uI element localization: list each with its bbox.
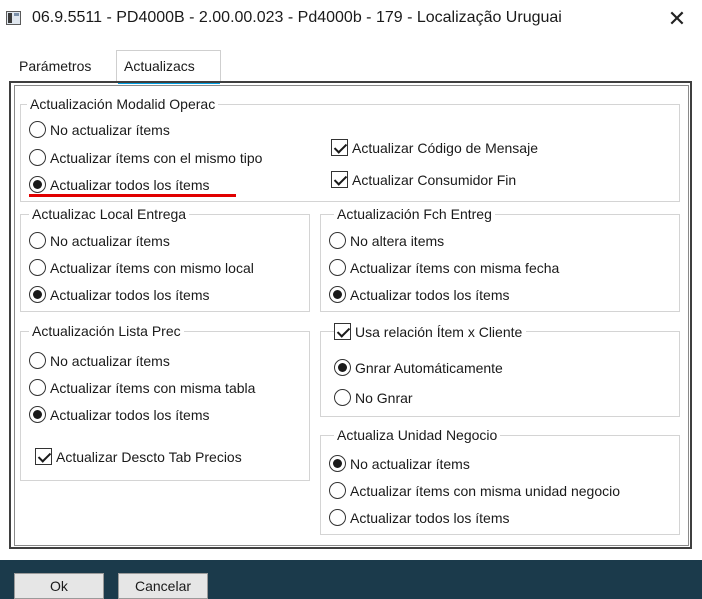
window-title: 06.9.5511 - PD4000B - 2.00.00.023 - Pd40… xyxy=(32,9,562,26)
radio-fecha-todos[interactable]: Actualizar todos los ítems xyxy=(329,286,510,303)
radio-local-no-actualizar[interactable]: No actualizar ítems xyxy=(29,232,170,249)
highlight-underline-mark xyxy=(29,194,236,197)
title-bar: 06.9.5511 - PD4000B - 2.00.00.023 - Pd40… xyxy=(0,0,702,38)
radio-label: Actualizar ítems con misma tabla xyxy=(50,379,256,396)
radio-unidad-misma-unidad[interactable]: Actualizar ítems con misma unidad negoci… xyxy=(329,482,620,499)
checkbox-checked-icon xyxy=(334,323,351,340)
radio-label: No altera items xyxy=(350,232,445,249)
radio-label: Actualizar todos los ítems xyxy=(50,176,210,193)
radio-modalid-mismo-tipo[interactable]: Actualizar ítems con el mismo tipo xyxy=(29,149,262,166)
cancel-button[interactable]: Cancelar xyxy=(118,573,208,599)
radio-icon xyxy=(329,232,346,249)
checkbox-label: Actualizar Descto Tab Precios xyxy=(56,448,242,465)
radio-selected-icon xyxy=(329,286,346,303)
radio-selected-icon xyxy=(329,455,346,472)
radio-label: No Gnrar xyxy=(355,389,413,406)
radio-icon xyxy=(334,389,351,406)
radio-label: Gnrar Automáticamente xyxy=(355,359,503,376)
radio-unidad-no-actualizar[interactable]: No actualizar ítems xyxy=(329,455,470,472)
checkbox-label: Actualizar Código de Mensaje xyxy=(352,139,538,156)
radio-label: Actualizar ítems con mismo local xyxy=(50,259,254,276)
radio-label: No actualizar ítems xyxy=(50,232,170,249)
radio-icon xyxy=(329,259,346,276)
radio-lista-todos[interactable]: Actualizar todos los ítems xyxy=(29,406,210,423)
radio-label: Actualizar todos los ítems xyxy=(50,406,210,423)
radio-lista-no-actualizar[interactable]: No actualizar ítems xyxy=(29,352,170,369)
checkbox-label: Actualizar Consumidor Fin xyxy=(352,171,517,188)
group-title-unidad-negocio: Actualiza Unidad Negocio xyxy=(334,427,501,443)
radio-label: No actualizar ítems xyxy=(50,121,170,138)
close-button[interactable]: ✕ xyxy=(655,2,699,36)
radio-label: Actualizar todos los ítems xyxy=(350,286,510,303)
radio-label: No actualizar ítems xyxy=(350,455,470,472)
radio-selected-icon xyxy=(29,176,46,193)
radio-selected-icon xyxy=(29,406,46,423)
radio-unidad-todos[interactable]: Actualizar todos los ítems xyxy=(329,509,510,526)
group-title-local-entrega: Actualizac Local Entrega xyxy=(29,206,190,222)
radio-modalid-todos[interactable]: Actualizar todos los ítems xyxy=(29,176,210,193)
footer-bar xyxy=(0,560,702,599)
radio-selected-icon xyxy=(334,359,351,376)
check-actualizar-codigo-mensaje[interactable]: Actualizar Código de Mensaje xyxy=(331,139,538,156)
radio-lista-misma-tabla[interactable]: Actualizar ítems con misma tabla xyxy=(29,379,255,396)
radio-icon xyxy=(29,259,46,276)
radio-icon xyxy=(29,352,46,369)
radio-icon xyxy=(29,232,46,249)
checkbox-label: Usa relación Ítem x Cliente xyxy=(355,323,523,340)
radio-icon xyxy=(29,149,46,166)
radio-label: Actualizar todos los ítems xyxy=(350,509,510,526)
group-title-lista-prec: Actualización Lista Prec xyxy=(29,323,184,339)
group-title-fch-entreg: Actualización Fch Entreg xyxy=(334,206,495,222)
radio-local-todos[interactable]: Actualizar todos los ítems xyxy=(29,286,210,303)
radio-label: Actualizar ítems con misma fecha xyxy=(350,259,560,276)
radio-fecha-misma-fecha[interactable]: Actualizar ítems con misma fecha xyxy=(329,259,559,276)
radio-label: Actualizar todos los ítems xyxy=(50,286,210,303)
group-title-modalid: Actualización Modalid Operac xyxy=(27,96,219,112)
radio-modalid-no-actualizar[interactable]: No actualizar ítems xyxy=(29,121,170,138)
radio-icon xyxy=(329,482,346,499)
app-window-icon xyxy=(6,11,21,25)
check-actualizar-descto-tab-precios[interactable]: Actualizar Descto Tab Precios xyxy=(35,448,242,465)
radio-label: Actualizar ítems con el mismo tipo xyxy=(50,149,263,166)
check-usa-relacion-item-cliente[interactable]: Usa relación Ítem x Cliente xyxy=(334,323,527,340)
ok-button[interactable]: Ok xyxy=(14,573,104,599)
radio-icon xyxy=(329,509,346,526)
radio-selected-icon xyxy=(29,286,46,303)
checkbox-checked-icon xyxy=(331,139,348,156)
checkbox-checked-icon xyxy=(35,448,52,465)
close-icon: ✕ xyxy=(667,6,687,31)
radio-fecha-no-altera[interactable]: No altera items xyxy=(329,232,444,249)
radio-icon xyxy=(29,121,46,138)
check-actualizar-consumidor-fin[interactable]: Actualizar Consumidor Fin xyxy=(331,171,516,188)
radio-local-mismo-local[interactable]: Actualizar ítems con mismo local xyxy=(29,259,254,276)
tab-parametros[interactable]: Parámetros xyxy=(19,58,91,74)
radio-icon xyxy=(29,379,46,396)
radio-no-gnrar[interactable]: No Gnrar xyxy=(334,389,413,406)
radio-label: Actualizar ítems con misma unidad negoci… xyxy=(350,482,621,499)
checkbox-checked-icon xyxy=(331,171,348,188)
tab-actualizacs[interactable]: Actualizacs xyxy=(124,58,195,74)
radio-label: No actualizar ítems xyxy=(50,352,170,369)
radio-gnrar-automaticamente[interactable]: Gnrar Automáticamente xyxy=(334,359,503,376)
